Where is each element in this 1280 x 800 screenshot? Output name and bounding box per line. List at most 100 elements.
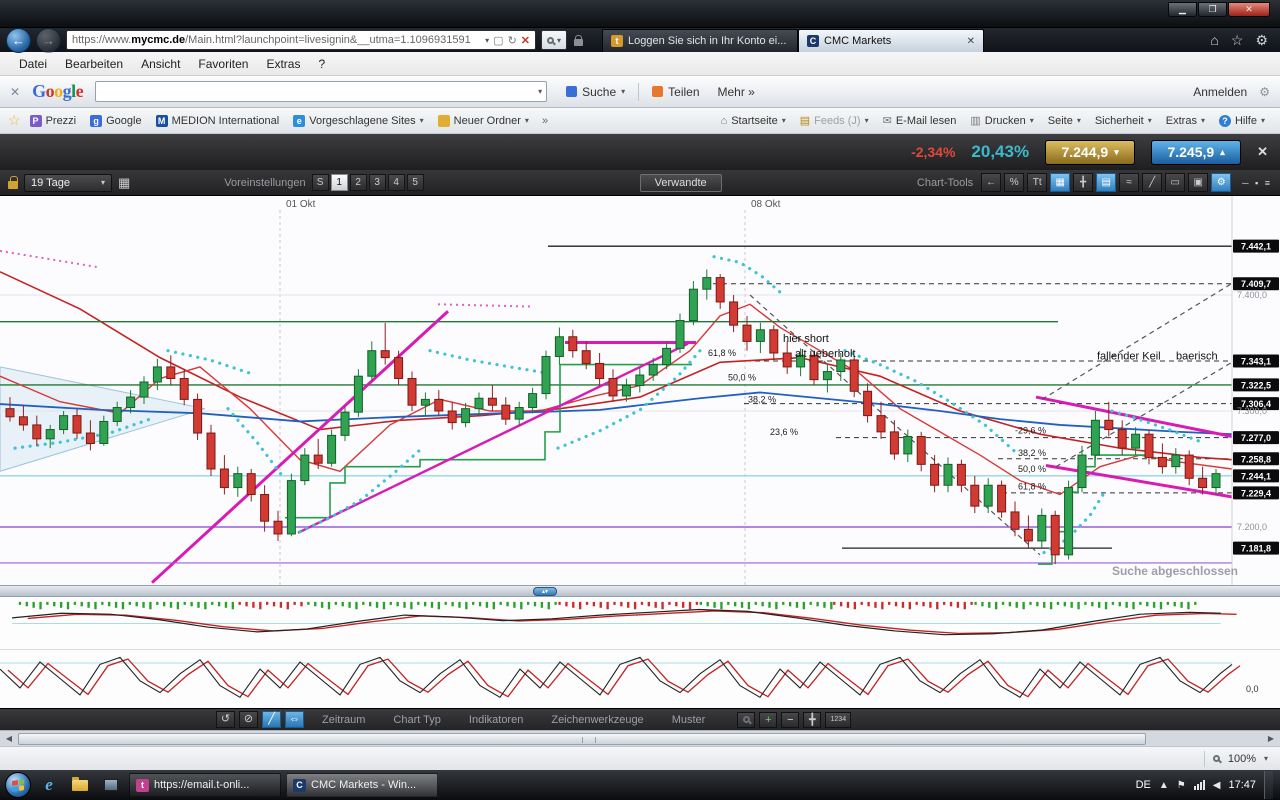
zoom-level[interactable]: 100%	[1228, 753, 1256, 765]
refresh-icon[interactable]: ↻	[508, 34, 517, 47]
font-size-icon[interactable]: Tt	[1027, 173, 1047, 192]
favorite-medion-international[interactable]: MMEDION International	[149, 110, 287, 132]
settings-icon[interactable]: ⚙	[1211, 173, 1231, 192]
link-e-mail-lesen[interactable]: ✉E-Mail lesen	[876, 110, 964, 132]
scrollbar-thumb[interactable]	[18, 733, 1146, 745]
compatibility-icon[interactable]: ▢	[493, 34, 503, 47]
panel-resize-handle[interactable]: ▴▾	[533, 587, 557, 596]
sell-price-button[interactable]: 7.244,9▾	[1045, 140, 1135, 165]
favorite-prezzi[interactable]: PPrezzi	[23, 110, 84, 132]
horizontal-scrollbar[interactable]: ◀ ▶	[0, 730, 1280, 746]
link-feeds-j[interactable]: ▤Feeds (J)▾	[793, 110, 876, 132]
add-favorite-icon[interactable]: ☆	[8, 112, 21, 129]
link-hilfe[interactable]: ?Hilfe▾	[1212, 110, 1272, 132]
menu-item-extras[interactable]: Extras	[257, 54, 309, 74]
menu-item-favoriten[interactable]: Favoriten	[189, 54, 257, 74]
link-drucken[interactable]: ▥Drucken▾	[963, 110, 1040, 132]
language-indicator[interactable]: DE	[1136, 779, 1151, 791]
back-arrow-icon[interactable]: ←	[981, 173, 1001, 192]
application-icon[interactable]	[98, 773, 124, 797]
percent-icon[interactable]: %	[1004, 173, 1024, 192]
link-seite[interactable]: Seite▾	[1041, 110, 1088, 132]
trendline-icon[interactable]: ╱	[1142, 173, 1162, 192]
internet-explorer-icon[interactable]: e	[36, 773, 62, 797]
preset-button-s[interactable]: S	[312, 174, 329, 191]
wrench-icon[interactable]: ⚙	[1259, 85, 1270, 99]
menu-item-datei[interactable]: Datei	[10, 54, 56, 74]
preset-button-3[interactable]: 3	[369, 174, 386, 191]
verwandte-button[interactable]: Verwandte	[640, 174, 722, 192]
tab-cmc-markets[interactable]: CCMC Markets✕	[798, 29, 984, 52]
period-select[interactable]: 19 Tage▾	[24, 174, 112, 192]
draw-icon[interactable]: ╱	[262, 711, 281, 728]
menu-item-item[interactable]: ?	[309, 54, 334, 74]
button-indikatoren[interactable]: Indikatoren	[458, 713, 534, 727]
window-close-button[interactable]: ✕	[1228, 2, 1270, 17]
button-zeichenwerkzeuge[interactable]: Zeichenwerkzeuge	[540, 713, 654, 727]
google-search-box[interactable]: ▾	[95, 81, 547, 102]
link-sicherheit[interactable]: Sicherheit▾	[1088, 110, 1159, 132]
scroll-left-arrow[interactable]: ◀	[1, 732, 17, 746]
window-maximize-button[interactable]: ❐	[1198, 2, 1227, 17]
indicators-icon[interactable]: ≈	[1119, 173, 1139, 192]
taskbar-button-cmc-markets-win[interactable]: CCMC Markets - Win...	[286, 773, 438, 797]
zoom-search-icon[interactable]	[737, 712, 755, 728]
google-suche-button[interactable]: Suche▾	[557, 80, 634, 104]
network-icon[interactable]	[1194, 780, 1205, 790]
google-search-caret-icon[interactable]: ▾	[538, 87, 542, 96]
zoom-in-icon[interactable]: +	[759, 712, 777, 728]
show-desktop-button[interactable]	[1264, 771, 1273, 799]
button-zeitraum[interactable]: Zeitraum	[311, 713, 376, 727]
teilen-button[interactable]: Teilen	[643, 80, 708, 104]
menu-item-ansicht[interactable]: Ansicht	[132, 54, 189, 74]
preset-button-4[interactable]: 4	[388, 174, 405, 191]
address-bar[interactable]: https://www.mycmc.de/Main.html?launchpoi…	[66, 30, 536, 50]
close-instrument-icon[interactable]: ✕	[1257, 144, 1268, 160]
favorite-google[interactable]: gGoogle	[83, 110, 148, 132]
settings-gear-icon[interactable]: ⚙	[1255, 32, 1268, 49]
tab-loggen-sie-sich-in-ihr-konto-ei[interactable]: tLoggen Sie sich in Ihr Konto ei...	[602, 29, 798, 52]
fit-view-icon[interactable]: ╋	[803, 712, 821, 728]
tab-close-icon[interactable]: ✕	[967, 36, 975, 47]
menu-item-bearbeiten[interactable]: Bearbeiten	[56, 54, 132, 74]
pan-icon[interactable]: ⇔	[285, 711, 304, 728]
forward-button[interactable]: →	[36, 28, 61, 53]
measure-icon[interactable]: 1234	[825, 712, 851, 728]
favorite-vorgeschlagene-sites[interactable]: eVorgeschlagene Sites▾	[286, 110, 430, 132]
button-muster[interactable]: Muster	[661, 713, 717, 727]
zoom-out-icon[interactable]: −	[781, 712, 799, 728]
price-chart[interactable]: 01 Okt08 Okt7.442,17.409,77.400,07.343,1…	[0, 196, 1280, 585]
favorites-overflow-chevron[interactable]: »	[536, 115, 554, 127]
clock[interactable]: 17:47	[1228, 779, 1256, 791]
anmelden-link[interactable]: Anmelden	[1193, 85, 1247, 99]
taskbar-button-https-email-t-onli[interactable]: thttps://email.t-onli...	[129, 773, 281, 797]
chart-type-icon[interactable]: ▤	[1096, 173, 1116, 192]
link-extras[interactable]: Extras▾	[1159, 110, 1212, 132]
window-minimize-button[interactable]: ▁	[1168, 2, 1197, 17]
disable-icon[interactable]: ⊘	[239, 711, 258, 728]
print-icon[interactable]: ▣	[1188, 173, 1208, 192]
action-center-icon[interactable]: ⚑	[1177, 780, 1186, 791]
calendar-icon[interactable]: ▦	[118, 175, 130, 191]
windows-explorer-icon[interactable]	[67, 773, 93, 797]
hidden-icons-arr[interactable]: ▲	[1159, 780, 1169, 791]
stop-icon[interactable]: ✕	[521, 34, 530, 47]
start-button[interactable]	[5, 772, 31, 798]
chart-lock-icon[interactable]	[8, 181, 18, 189]
address-dropdown-icon[interactable]: ▾	[485, 36, 489, 45]
button-chart-typ[interactable]: Chart Typ	[382, 713, 452, 727]
crosshair-icon[interactable]: ╋	[1073, 173, 1093, 192]
favorites-star-icon[interactable]: ☆	[1231, 32, 1244, 49]
favorite-neuer-ordner[interactable]: Neuer Ordner▾	[431, 110, 536, 132]
buy-price-button[interactable]: 7.245,9▴	[1151, 140, 1241, 165]
home-icon[interactable]: ⌂	[1210, 32, 1218, 49]
preset-button-5[interactable]: 5	[407, 174, 424, 191]
scroll-right-arrow[interactable]: ▶	[1263, 732, 1279, 746]
link-startseite[interactable]: ⌂Startseite▾	[714, 110, 793, 132]
zoom-caret-icon[interactable]: ▾	[1264, 754, 1268, 763]
grid-icon[interactable]: ▦	[1050, 173, 1070, 192]
google-search-input[interactable]	[100, 85, 538, 99]
toolbar-close-icon[interactable]: ✕	[10, 85, 20, 99]
search-button[interactable]: ▾	[541, 30, 567, 50]
back-button[interactable]: ←	[6, 28, 31, 53]
